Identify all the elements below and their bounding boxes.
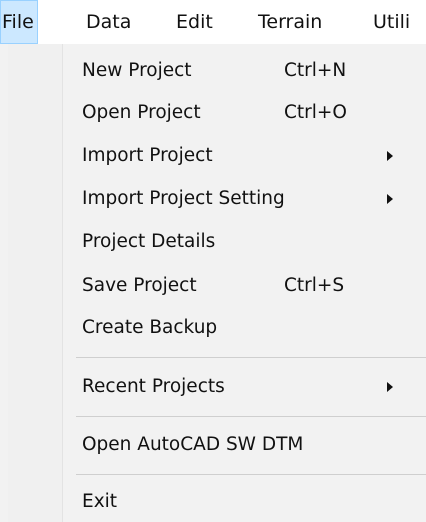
menu-item-label: Exit [82,491,118,512]
menu-data[interactable]: Data [86,0,131,44]
menu-item-import-project[interactable]: Import Project [0,136,426,176]
menu-item-label: Create Backup [82,317,218,338]
menu-item-label: Open Project [82,102,201,123]
menu-item-import-project-setting[interactable]: Import Project Setting [0,179,426,219]
menu-item-label: Import Project [82,145,213,166]
menu-utilities[interactable]: Utili [373,0,410,44]
menu-edit[interactable]: Edit [176,0,213,44]
menu-item-label: Save Project [82,275,197,296]
file-menu-dropdown: New Project Ctrl+N Open Project Ctrl+O I… [0,44,426,522]
menu-item-create-backup[interactable]: Create Backup [0,308,426,348]
menubar: File Data Edit Terrain Utili [0,0,426,44]
menu-separator [76,416,426,417]
menu-item-shortcut: Ctrl+S [284,275,345,296]
menu-item-project-details[interactable]: Project Details [0,222,426,262]
chevron-right-icon [387,382,393,392]
menu-item-label: Open AutoCAD SW DTM [82,434,304,455]
chevron-right-icon [387,194,393,204]
menu-separator [76,474,426,475]
menu-terrain[interactable]: Terrain [258,0,322,44]
menu-item-shortcut: Ctrl+N [284,60,347,81]
menu-item-save-project[interactable]: Save Project Ctrl+S [0,266,426,306]
menu-item-label: Recent Projects [82,376,225,397]
menu-item-label: New Project [82,60,192,81]
menu-item-new-project[interactable]: New Project Ctrl+N [0,51,426,91]
menu-item-exit[interactable]: Exit [0,482,426,522]
menu-item-shortcut: Ctrl+O [284,102,347,123]
menu-item-recent-projects[interactable]: Recent Projects [0,367,426,407]
menu-item-label: Project Details [82,231,216,252]
menu-separator [76,357,426,358]
chevron-right-icon [387,151,393,161]
menu-item-label: Import Project Setting [82,188,285,209]
menu-item-open-project[interactable]: Open Project Ctrl+O [0,93,426,133]
menu-file[interactable]: File [0,0,38,44]
menu-item-open-autocad-sw-dtm[interactable]: Open AutoCAD SW DTM [0,425,426,465]
